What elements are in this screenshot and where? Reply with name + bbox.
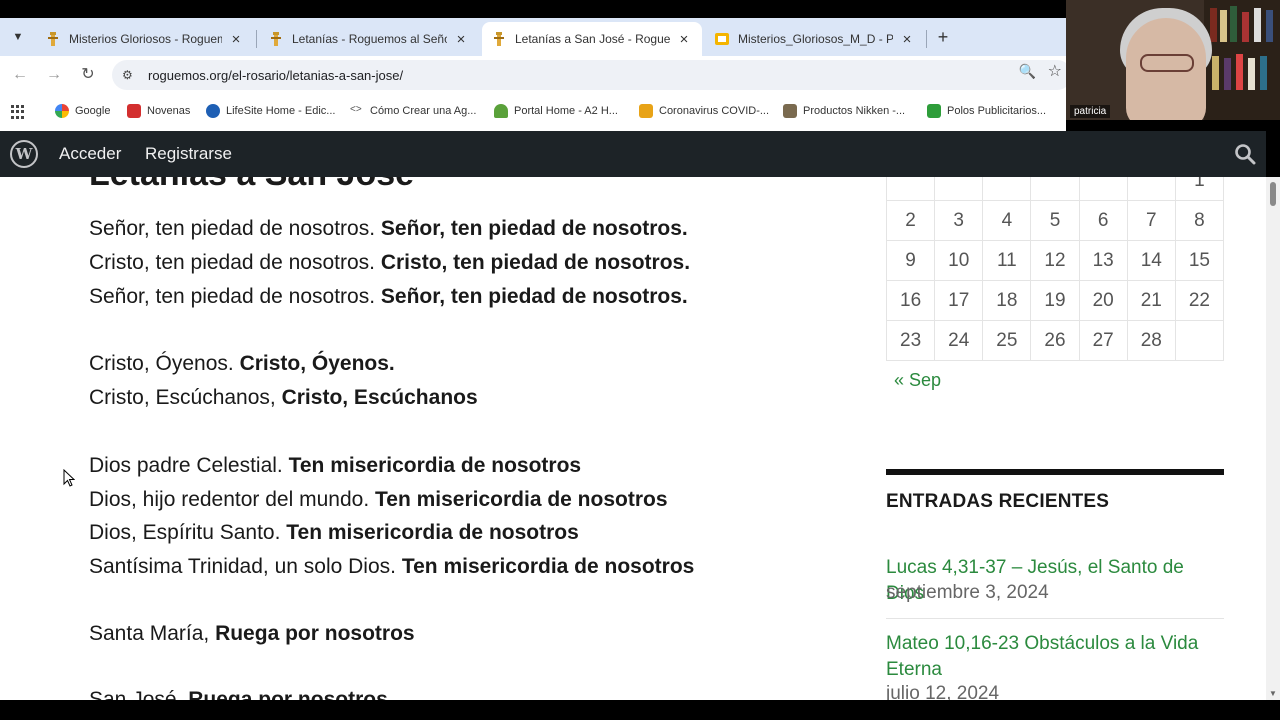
wordpress-logo-icon[interactable]: W: [10, 140, 38, 168]
lifesite-icon: [206, 104, 220, 118]
mouse-cursor-icon: [63, 469, 75, 487]
webcam-overlay: patricia: [1066, 0, 1280, 120]
page-scrollbar[interactable]: ▼: [1266, 177, 1280, 700]
search-icon[interactable]: [1234, 143, 1256, 165]
roguemos-favicon-icon: [271, 32, 281, 46]
slides-favicon-icon: [715, 33, 729, 45]
tab-divider: [926, 30, 927, 48]
litany-line: Cristo, ten piedad de nosotros. Cristo, …: [89, 251, 691, 274]
webcam-name-label: patricia: [1070, 105, 1111, 118]
recent-posts-title: ENTRADAS RECIENTES: [886, 491, 1110, 512]
forward-arrow-icon[interactable]: →: [44, 65, 64, 85]
a2-icon: [494, 104, 508, 118]
litany-line: San José, Ruega por nosotros: [89, 688, 388, 700]
calendar-widget: 1 2345678 9 10 11 12 13 14 15 16 17 18 19 20 21 22 2…: [885, 177, 1225, 361]
calendar-table: 1 2345678 9 10 11 12 13 14 15 16 17 18 19 20 21 22 2…: [885, 177, 1225, 361]
apps-grid-icon[interactable]: [11, 105, 25, 119]
tab-1-title: Misterios Gloriosos - Roguemos: [69, 32, 222, 46]
bookmark-agenda[interactable]: <> Cómo Crear una Ag...: [350, 104, 476, 118]
litany-line: Dios, Espíritu Santo. Ten misericordia d…: [89, 521, 579, 544]
novenas-icon: [127, 104, 141, 118]
covid-icon: [639, 104, 653, 118]
post-divider: [886, 618, 1224, 619]
login-link[interactable]: Acceder: [59, 144, 121, 164]
bookmark-google[interactable]: Google: [55, 104, 110, 118]
bookshelf: [1204, 0, 1280, 120]
tab-2-title: Letanías - Roguemos al Señor: [292, 32, 447, 46]
back-arrow-icon[interactable]: ←: [10, 65, 30, 85]
calendar-day: 1: [1174, 177, 1225, 201]
widget-divider: [886, 469, 1224, 475]
litany-line: Cristo, Escúchanos, Cristo, Escúchanos: [89, 386, 478, 409]
recent-post-date: septiembre 3, 2024: [886, 582, 1049, 603]
bookmark-nikken[interactable]: Productos Nikken -...: [783, 104, 905, 118]
google-icon: [55, 104, 69, 118]
tab-4[interactable]: Misterios_Gloriosos_M_D - Pres ×: [705, 22, 925, 56]
close-icon[interactable]: ×: [676, 31, 692, 48]
calendar-week: 16 17 18 19 20 21 22: [885, 280, 1225, 321]
calendar-week: 23 24 25 26 27 28: [885, 320, 1225, 361]
close-icon[interactable]: ×: [453, 31, 469, 48]
litany-line: Señor, ten piedad de nosotros. Señor, te…: [89, 217, 688, 240]
tab-search-chevron-icon[interactable]: ▼: [8, 27, 28, 47]
bookmark-star-icon[interactable]: ☆: [1048, 61, 1062, 81]
url-text: roguemos.org/el-rosario/letanias-a-san-j…: [148, 67, 404, 83]
scrollbar-thumb[interactable]: [1270, 182, 1276, 206]
tab-3-title: Letanías a San José - Roguemos: [515, 32, 670, 46]
tab-strip: ▼ Misterios Gloriosos - Roguemos × Letan…: [0, 18, 1066, 56]
calendar-week: 1: [885, 177, 1225, 201]
tab-1[interactable]: Misterios Gloriosos - Roguemos ×: [36, 22, 254, 56]
litany-line: Señor, ten piedad de nosotros. Señor, te…: [89, 285, 688, 308]
browser-toolbar: ← → ↻ ⚙ roguemos.org/el-rosario/letanias…: [0, 56, 1066, 94]
nikken-icon: [783, 104, 797, 118]
calendar-week: 9 10 11 12 13 14 15: [885, 240, 1225, 281]
zoom-icon[interactable]: 🔍: [1019, 63, 1036, 80]
bookmark-covid[interactable]: Coronavirus COVID-...: [639, 104, 769, 118]
tab-2[interactable]: Letanías - Roguemos al Señor ×: [259, 22, 479, 56]
tab-3-active[interactable]: Letanías a San José - Roguemos ×: [482, 22, 702, 56]
new-tab-plus-icon[interactable]: +: [932, 26, 954, 48]
litany-line: Santísima Trinidad, un solo Dios. Ten mi…: [89, 555, 695, 578]
address-bar[interactable]: ⚙ roguemos.org/el-rosario/letanias-a-san…: [112, 60, 1066, 90]
calendar-prev-month-link[interactable]: « Sep: [894, 370, 941, 391]
close-icon[interactable]: ×: [228, 31, 244, 48]
roguemos-favicon-icon: [494, 32, 504, 46]
close-icon[interactable]: ×: [899, 31, 915, 48]
roguemos-favicon-icon: [48, 32, 58, 46]
tab-divider: [256, 30, 257, 48]
wp-admin-bar: W Acceder Registrarse: [0, 131, 1266, 177]
browser-window: ▼ Misterios Gloriosos - Roguemos × Letan…: [0, 18, 1066, 131]
bookmark-novenas[interactable]: Novenas: [127, 104, 190, 118]
litany-line: Dios padre Celestial. Ten misericordia d…: [89, 454, 582, 477]
reload-icon[interactable]: ↻: [78, 65, 98, 85]
calendar-week: 2345678: [885, 200, 1225, 241]
site-info-icon[interactable]: ⚙: [122, 68, 136, 82]
bookmark-a2[interactable]: Portal Home - A2 H...: [494, 104, 618, 118]
bookmark-polos[interactable]: Polos Publicitarios...: [927, 104, 1046, 118]
page-title: Letanías a San José: [89, 177, 414, 194]
recent-post-date: julio 12, 2024: [886, 683, 1000, 700]
litany-line: Santa María, Ruega por nosotros: [89, 622, 415, 645]
bookmarks-bar: Google Novenas LifeSite Home - Edic... <…: [0, 94, 1066, 131]
code-icon: <>: [350, 104, 362, 115]
scroll-down-arrow-icon[interactable]: ▼: [1269, 689, 1277, 698]
recent-post-link[interactable]: Mateo 10,16-23 Obstáculos a la Vida Eter…: [886, 631, 1224, 683]
tab-4-title: Misterios_Gloriosos_M_D - Pres: [738, 32, 893, 46]
register-link[interactable]: Registrarse: [145, 144, 232, 164]
litany-line: Dios, hijo redentor del mundo. Ten miser…: [89, 488, 668, 511]
polos-icon: [927, 104, 941, 118]
page-content: Letanías a San José Señor, ten piedad de…: [0, 177, 1266, 700]
screen-bottom-bar: [0, 700, 1280, 720]
bookmark-lifesite[interactable]: LifeSite Home - Edic...: [206, 104, 335, 118]
litany-line: Cristo, Óyenos. Cristo, Óyenos.: [89, 352, 395, 375]
